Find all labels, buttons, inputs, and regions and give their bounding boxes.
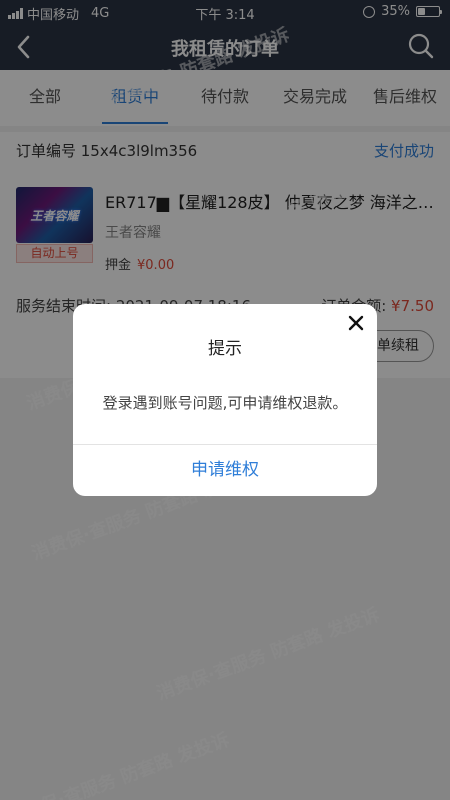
app-root: 中国移动 4G 下午 3:14 35% 我租赁的订单 全部 租赁中 待付款 交易… bbox=[0, 0, 450, 800]
alert-dialog: 提示 登录遇到账号问题,可申请维权退款。 申请维权 bbox=[73, 304, 377, 496]
dialog-title: 提示 bbox=[208, 339, 242, 359]
dialog-message: 登录遇到账号问题,可申请维权退款。 bbox=[102, 394, 348, 412]
dialog-close-button[interactable] bbox=[345, 312, 367, 334]
close-icon bbox=[348, 315, 364, 331]
apply-rights-button[interactable]: 申请维权 bbox=[73, 445, 377, 496]
